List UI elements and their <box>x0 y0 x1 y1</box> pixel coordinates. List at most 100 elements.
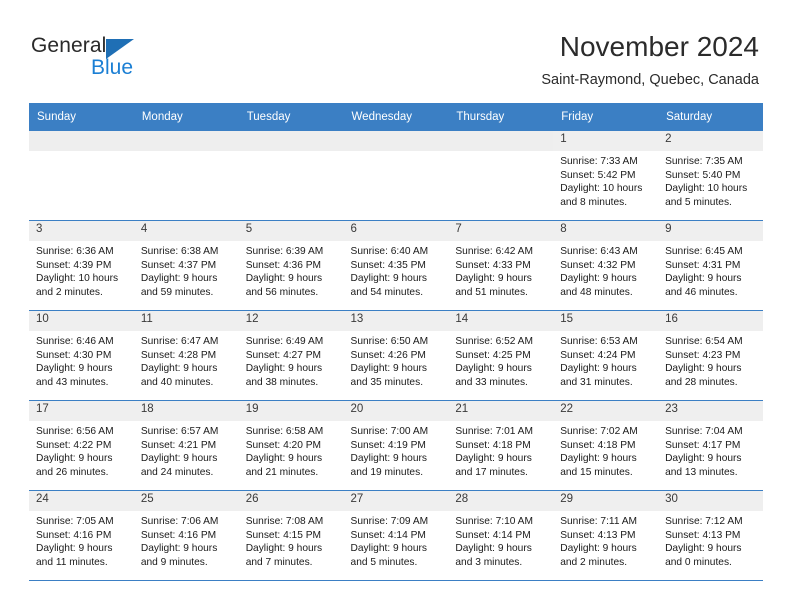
calendar-day-cell[interactable]: 15 Sunrise: 6:53 AM Sunset: 4:24 PM Dayligh… <box>553 310 659 401</box>
calendar-day-cell[interactable]: 8 Sunrise: 6:43 AM Sunset: 4:32 PM Daylight… <box>553 220 659 311</box>
day-number <box>29 131 134 151</box>
daylight-text-line2: and 8 minutes. <box>560 196 628 208</box>
day-number: 11 <box>133 311 239 331</box>
calendar-day-cell[interactable]: 24 Sunrise: 7:05 AM Sunset: 4:16 PM Dayligh… <box>29 490 134 581</box>
day-details: Sunrise: 7:06 AM Sunset: 4:16 PM Daylight:… <box>134 511 239 569</box>
day-number: 25 <box>133 491 239 511</box>
calendar-day-cell[interactable]: 11 Sunrise: 6:47 AM Sunset: 4:28 PM Dayligh… <box>133 310 239 401</box>
brand-logo[interactable]: General Blue <box>31 34 181 84</box>
calendar-day-cell[interactable]: 27 Sunrise: 7:09 AM Sunset: 4:14 PM Dayligh… <box>343 490 449 581</box>
calendar-day-cell[interactable]: 4 Sunrise: 6:38 AM Sunset: 4:37 PM Daylight… <box>133 220 239 311</box>
daylight-text-line2: and 2 minutes. <box>560 556 628 568</box>
day-details: Sunrise: 7:00 AM Sunset: 4:19 PM Daylight:… <box>344 421 449 479</box>
day-details: Sunrise: 7:11 AM Sunset: 4:13 PM Daylight:… <box>553 511 658 569</box>
calendar-day-cell[interactable]: 18 Sunrise: 6:57 AM Sunset: 4:21 PM Dayligh… <box>133 400 239 491</box>
day-details: Sunrise: 7:05 AM Sunset: 4:16 PM Daylight:… <box>29 511 134 569</box>
daylight-text-line1: Daylight: 9 hours <box>245 543 323 555</box>
day-details: Sunrise: 6:47 AM Sunset: 4:28 PM Daylight:… <box>134 331 239 389</box>
daylight-text-line1: Daylight: 9 hours <box>36 363 113 375</box>
calendar-day-cell[interactable]: 17 Sunrise: 6:56 AM Sunset: 4:22 PM Dayligh… <box>29 400 134 491</box>
sunset-text: Sunset: 4:18 PM <box>560 439 636 451</box>
calendar-day-cell[interactable]: 2 Sunrise: 7:35 AM Sunset: 5:40 PM Daylight… <box>658 131 763 221</box>
calendar-day-cell[interactable]: 25 Sunrise: 7:06 AM Sunset: 4:16 PM Dayligh… <box>133 490 239 581</box>
calendar-day-cell-empty <box>133 131 239 221</box>
day-details: Sunrise: 6:39 AM Sunset: 4:36 PM Daylight:… <box>239 241 344 299</box>
calendar-day-cell[interactable]: 20 Sunrise: 7:00 AM Sunset: 4:19 PM Dayligh… <box>343 400 449 491</box>
calendar-day-cell[interactable]: 3 Sunrise: 6:36 AM Sunset: 4:39 PM Daylight… <box>29 220 134 311</box>
day-number: 29 <box>553 491 659 511</box>
calendar-day-cell[interactable]: 10 Sunrise: 6:46 AM Sunset: 4:30 PM Dayligh… <box>29 310 134 401</box>
daylight-text-line1: Daylight: 9 hours <box>560 363 637 375</box>
calendar-day-cell[interactable]: 21 Sunrise: 7:01 AM Sunset: 4:18 PM Dayligh… <box>448 400 554 491</box>
calendar-day-cell[interactable]: 29 Sunrise: 7:11 AM Sunset: 4:13 PM Dayligh… <box>553 490 659 581</box>
daylight-text-line2: and 46 minutes. <box>665 286 738 298</box>
calendar-day-cell[interactable]: 28 Sunrise: 7:10 AM Sunset: 4:14 PM Dayligh… <box>448 490 554 581</box>
day-number: 26 <box>238 491 344 511</box>
day-details: Sunrise: 6:36 AM Sunset: 4:39 PM Daylight:… <box>29 241 134 299</box>
day-number: 24 <box>29 491 134 511</box>
day-number: 15 <box>553 311 659 331</box>
daylight-text-line2: and 7 minutes. <box>245 556 313 568</box>
calendar-day-cell[interactable]: 23 Sunrise: 7:04 AM Sunset: 4:17 PM Dayligh… <box>658 400 763 491</box>
day-details: Sunrise: 7:33 AM Sunset: 5:42 PM Daylight:… <box>553 151 658 209</box>
day-details: Sunrise: 7:12 AM Sunset: 4:13 PM Daylight:… <box>658 511 763 569</box>
sunset-text: Sunset: 4:14 PM <box>455 529 531 541</box>
calendar-day-cell[interactable]: 14 Sunrise: 6:52 AM Sunset: 4:25 PM Dayligh… <box>448 310 554 401</box>
sunrise-text: Sunrise: 7:05 AM <box>36 516 114 527</box>
daylight-text-line1: Daylight: 9 hours <box>455 273 532 285</box>
sunset-text: Sunset: 4:19 PM <box>350 439 426 451</box>
sunset-text: Sunset: 4:17 PM <box>665 439 741 451</box>
day-details: Sunrise: 6:45 AM Sunset: 4:31 PM Daylight:… <box>658 241 763 299</box>
calendar-day-cell[interactable]: 1 Sunrise: 7:33 AM Sunset: 5:42 PM Daylight… <box>553 131 659 221</box>
calendar-day-cell[interactable]: 5 Sunrise: 6:39 AM Sunset: 4:36 PM Daylight… <box>238 220 344 311</box>
daylight-text-line1: Daylight: 10 hours <box>665 183 748 195</box>
sunrise-text: Sunrise: 7:02 AM <box>560 426 638 437</box>
daylight-text-line2: and 21 minutes. <box>245 466 319 478</box>
daylight-text-line1: Daylight: 9 hours <box>560 543 637 555</box>
sunrise-text: Sunrise: 6:58 AM <box>245 426 324 437</box>
day-number: 27 <box>343 491 449 511</box>
daylight-text-line2: and 15 minutes. <box>560 466 633 478</box>
sunrise-text: Sunrise: 6:45 AM <box>665 246 743 257</box>
calendar-day-cell[interactable]: 7 Sunrise: 6:42 AM Sunset: 4:33 PM Daylight… <box>448 220 554 311</box>
day-details: Sunrise: 7:08 AM Sunset: 4:15 PM Daylight:… <box>239 511 344 569</box>
sunset-text: Sunset: 4:32 PM <box>560 259 636 271</box>
sunset-text: Sunset: 4:26 PM <box>350 349 426 361</box>
calendar-day-cell-empty <box>238 131 344 221</box>
sunrise-text: Sunrise: 7:04 AM <box>665 426 743 437</box>
daylight-text-line1: Daylight: 9 hours <box>560 273 637 285</box>
daylight-text-line2: and 11 minutes. <box>36 556 108 568</box>
daylight-text-line1: Daylight: 9 hours <box>665 543 742 555</box>
daylight-text-line1: Daylight: 9 hours <box>665 453 742 465</box>
calendar-week-row: 1 Sunrise: 7:33 AM Sunset: 5:42 PM Daylight… <box>29 131 763 221</box>
daylight-text-line2: and 2 minutes. <box>36 286 103 298</box>
daylight-text-line2: and 43 minutes. <box>36 376 109 388</box>
calendar-day-cell-empty <box>29 131 134 221</box>
calendar-day-cell[interactable]: 30 Sunrise: 7:12 AM Sunset: 4:13 PM Dayligh… <box>658 490 763 581</box>
calendar-day-cell[interactable]: 9 Sunrise: 6:45 AM Sunset: 4:31 PM Daylight… <box>658 220 763 311</box>
calendar-day-cell[interactable]: 13 Sunrise: 6:50 AM Sunset: 4:26 PM Dayligh… <box>343 310 449 401</box>
sunrise-text: Sunrise: 6:43 AM <box>560 246 638 257</box>
day-number: 12 <box>238 311 344 331</box>
weekday-header-friday: Friday <box>553 103 659 131</box>
daylight-text-line2: and 56 minutes. <box>245 286 319 298</box>
sunset-text: Sunset: 4:18 PM <box>455 439 531 451</box>
calendar-day-cell[interactable]: 19 Sunrise: 6:58 AM Sunset: 4:20 PM Dayligh… <box>238 400 344 491</box>
calendar-day-cell[interactable]: 26 Sunrise: 7:08 AM Sunset: 4:15 PM Dayligh… <box>238 490 344 581</box>
daylight-text-line1: Daylight: 9 hours <box>665 273 742 285</box>
daylight-text-line2: and 19 minutes. <box>350 466 424 478</box>
sunset-text: Sunset: 4:28 PM <box>140 349 217 361</box>
calendar-day-cell[interactable]: 16 Sunrise: 6:54 AM Sunset: 4:23 PM Dayligh… <box>658 310 763 401</box>
day-details: Sunrise: 6:53 AM Sunset: 4:24 PM Daylight:… <box>553 331 658 389</box>
sunset-text: Sunset: 4:13 PM <box>665 529 741 541</box>
calendar-day-cell[interactable]: 6 Sunrise: 6:40 AM Sunset: 4:35 PM Daylight… <box>343 220 449 311</box>
daylight-text-line1: Daylight: 10 hours <box>36 273 119 285</box>
sunrise-text: Sunrise: 7:11 AM <box>560 516 638 527</box>
calendar-day-cell[interactable]: 22 Sunrise: 7:02 AM Sunset: 4:18 PM Dayligh… <box>553 400 659 491</box>
day-number: 10 <box>29 311 134 331</box>
weekday-header-sunday: Sunday <box>29 103 134 131</box>
daylight-text-line1: Daylight: 9 hours <box>245 453 323 465</box>
calendar-day-cell[interactable]: 12 Sunrise: 6:49 AM Sunset: 4:27 PM Dayligh… <box>238 310 344 401</box>
sunrise-text: Sunrise: 6:54 AM <box>665 336 743 347</box>
day-details: Sunrise: 6:50 AM Sunset: 4:26 PM Daylight:… <box>344 331 449 389</box>
